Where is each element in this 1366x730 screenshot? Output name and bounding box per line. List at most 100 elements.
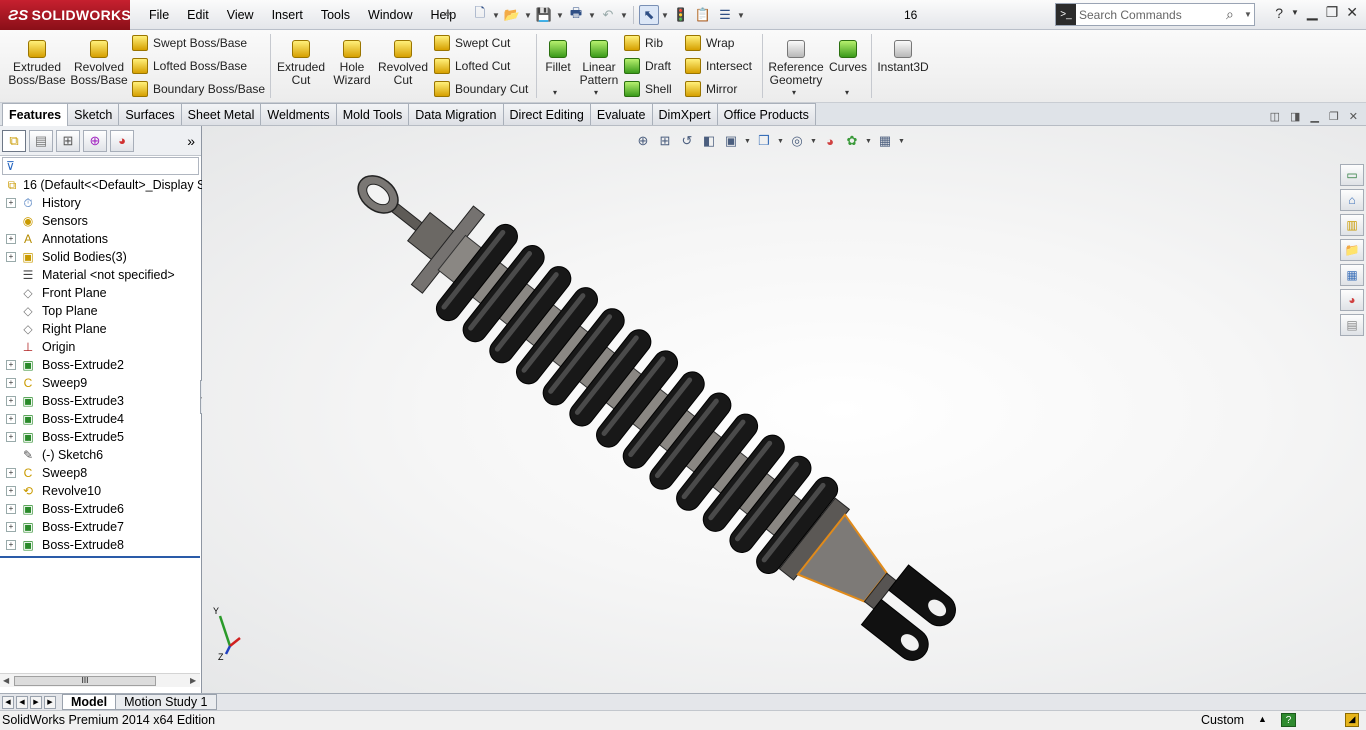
options-dropdown-icon[interactable]: ▼ (737, 11, 745, 20)
first-tab-icon[interactable]: ◀ (2, 695, 14, 709)
menu-window[interactable]: Window (359, 0, 421, 30)
search-dropdown-icon[interactable]: ▼ (1244, 10, 1254, 19)
tab-model[interactable]: Model (62, 694, 117, 710)
search-magnifier-icon[interactable]: ⌕ (1226, 6, 1244, 23)
mirror-button[interactable]: Mirror (685, 79, 737, 99)
expand-toggle-icon[interactable]: + (6, 198, 16, 208)
select-arrow-icon[interactable]: ⬉ (639, 5, 659, 25)
feature-tree-tab-icon[interactable]: ⧉ (2, 129, 26, 152)
menu-insert[interactable]: Insert (263, 0, 312, 30)
tree-item[interactable]: + ▣ Boss-Extrude3 (0, 392, 201, 410)
menu-edit[interactable]: Edit (178, 0, 218, 30)
split-view-2-icon[interactable]: ◨ (1290, 110, 1300, 123)
model-shock-absorber[interactable] (202, 126, 1366, 693)
expand-chevron-icon[interactable]: » (187, 133, 195, 149)
solidworks-resources-icon[interactable]: ▭ (1340, 164, 1364, 186)
tab-mold-tools[interactable]: Mold Tools (335, 103, 410, 125)
menu-tools[interactable]: Tools (312, 0, 359, 30)
tree-item[interactable]: ◇ Right Plane (0, 320, 201, 338)
swept-boss-button[interactable]: Swept Boss/Base (132, 33, 247, 53)
expand-toggle-icon[interactable]: + (6, 234, 16, 244)
design-library-icon[interactable]: ▥ (1340, 214, 1364, 236)
tree-item[interactable]: + C Sweep8 (0, 464, 201, 482)
linear-pattern-button[interactable]: Linear Pattern (578, 34, 620, 87)
appearances-icon[interactable]: ◕ (1340, 289, 1364, 311)
hole-wizard-button[interactable]: Hole Wizard (328, 34, 376, 87)
expand-toggle-icon[interactable]: + (6, 396, 16, 406)
wrap-button[interactable]: Wrap (685, 33, 734, 53)
draft-button[interactable]: Draft (624, 56, 671, 76)
scroll-right-icon[interactable]: ▶ (190, 676, 196, 685)
rebuild-traffic-light-icon[interactable]: 🚦 (671, 5, 691, 25)
tree-item[interactable]: + A Annotations (0, 230, 201, 248)
tab-surfaces[interactable]: Surfaces (118, 103, 182, 125)
tab-office-products[interactable]: Office Products (716, 103, 816, 125)
tree-item[interactable]: + ⏱ History (0, 194, 201, 212)
tree-item[interactable]: ◇ Top Plane (0, 302, 201, 320)
view-palette-icon[interactable]: ▦ (1340, 264, 1364, 286)
expand-toggle-icon[interactable]: + (6, 252, 16, 262)
fillet-dropdown-icon[interactable]: ▾ (553, 88, 557, 97)
reference-geometry-button[interactable]: Reference Geometry (766, 34, 826, 87)
lofted-cut-button[interactable]: Lofted Cut (434, 56, 510, 76)
boundary-boss-button[interactable]: Boundary Boss/Base (132, 79, 265, 99)
display-manager-tab-icon[interactable]: ◕ (110, 129, 134, 152)
extruded-cut-button[interactable]: Extruded Cut (274, 34, 328, 87)
configuration-manager-tab-icon[interactable]: ⊞ (56, 129, 80, 152)
boundary-cut-button[interactable]: Boundary Cut (434, 79, 528, 99)
horizontal-scrollbar[interactable]: ◀ III ▶ (0, 673, 200, 687)
expand-toggle-icon[interactable]: + (6, 414, 16, 424)
menu-file[interactable]: File (140, 0, 178, 30)
scroll-left-icon[interactable]: ◀ (3, 676, 9, 685)
file-properties-icon[interactable]: 📋 (693, 5, 713, 25)
solidworks-logo[interactable]: ƧS SOLIDWORKS (0, 0, 131, 30)
tree-root-part[interactable]: ⧉ 16 (Default<<Default>_Display St (0, 176, 209, 194)
new-document-icon[interactable]: 🗋 (470, 5, 490, 25)
curves-button[interactable]: Curves (828, 34, 868, 74)
viewport-restore-icon[interactable]: ❐ (1329, 110, 1339, 123)
tree-item[interactable]: + ⟲ Revolve10 (0, 482, 201, 500)
open-dropdown-icon[interactable]: ▼ (524, 11, 532, 20)
undo-icon[interactable]: ↶ (598, 5, 618, 25)
tree-item[interactable]: + ▣ Boss-Extrude8 (0, 536, 201, 554)
tree-filter[interactable]: ⊽ (2, 157, 199, 175)
expand-toggle-icon[interactable]: + (6, 378, 16, 388)
swept-cut-button[interactable]: Swept Cut (434, 33, 510, 53)
restore-icon[interactable]: ❐ (1326, 4, 1339, 21)
print-dropdown-icon[interactable]: ▼ (588, 11, 596, 20)
lofted-boss-button[interactable]: Lofted Boss/Base (132, 56, 247, 76)
minimize-icon[interactable]: ▁ (1307, 4, 1318, 21)
fillet-button[interactable]: Fillet (540, 34, 576, 74)
extruded-boss-button[interactable]: Extruded Boss/Base (6, 34, 68, 87)
graphics-area[interactable]: ◫ ◨ ▁ ❐ ✕ ⊕ ⊞ ↺ ◧ ▣▼ ❒▼ ◎▼ ◕ ✿▼ ▦▼ (202, 111, 1366, 693)
curves-dropdown-icon[interactable]: ▾ (845, 88, 849, 97)
save-dropdown-icon[interactable]: ▼ (556, 11, 564, 20)
close-icon[interactable]: ✕ (1346, 4, 1358, 21)
open-folder-icon[interactable]: 📂 (502, 5, 522, 25)
expand-toggle-icon[interactable]: + (6, 504, 16, 514)
tab-features[interactable]: Features (2, 103, 69, 126)
pin-menu-icon[interactable]: ⌖ (444, 6, 460, 22)
tree-item[interactable]: ☰ Material <not specified> (0, 266, 201, 284)
print-icon[interactable]: 🖶 (566, 5, 586, 25)
dimxpert-manager-tab-icon[interactable]: ⊕ (83, 129, 107, 152)
intersect-button[interactable]: Intersect (685, 56, 752, 76)
tree-item[interactable]: + C Sweep9 (0, 374, 201, 392)
instant3d-button[interactable]: Instant3D (874, 34, 932, 74)
unit-dropdown-icon[interactable]: ▲ (1258, 714, 1267, 724)
last-tab-icon[interactable]: ▶ (44, 695, 56, 709)
tree-item[interactable]: + ▣ Boss-Extrude2 (0, 356, 201, 374)
expand-toggle-icon[interactable]: + (6, 468, 16, 478)
home-icon[interactable]: ⌂ (1340, 189, 1364, 211)
tree-item[interactable]: ◇ Front Plane (0, 284, 201, 302)
tree-item[interactable]: ✎ (-) Sketch6 (0, 446, 201, 464)
property-manager-tab-icon[interactable]: ▤ (29, 129, 53, 152)
search-input[interactable]: Search Commands (1079, 8, 1226, 22)
tab-data-migration[interactable]: Data Migration (408, 103, 504, 125)
save-icon[interactable]: 💾 (534, 5, 554, 25)
file-explorer-icon[interactable]: 📁 (1340, 239, 1364, 261)
tab-weldments[interactable]: Weldments (260, 103, 337, 125)
revolved-cut-button[interactable]: Revolved Cut (376, 34, 430, 87)
undo-dropdown-icon[interactable]: ▼ (620, 11, 628, 20)
search-commands-box[interactable]: >_ Search Commands ⌕ ▼ (1055, 3, 1255, 26)
